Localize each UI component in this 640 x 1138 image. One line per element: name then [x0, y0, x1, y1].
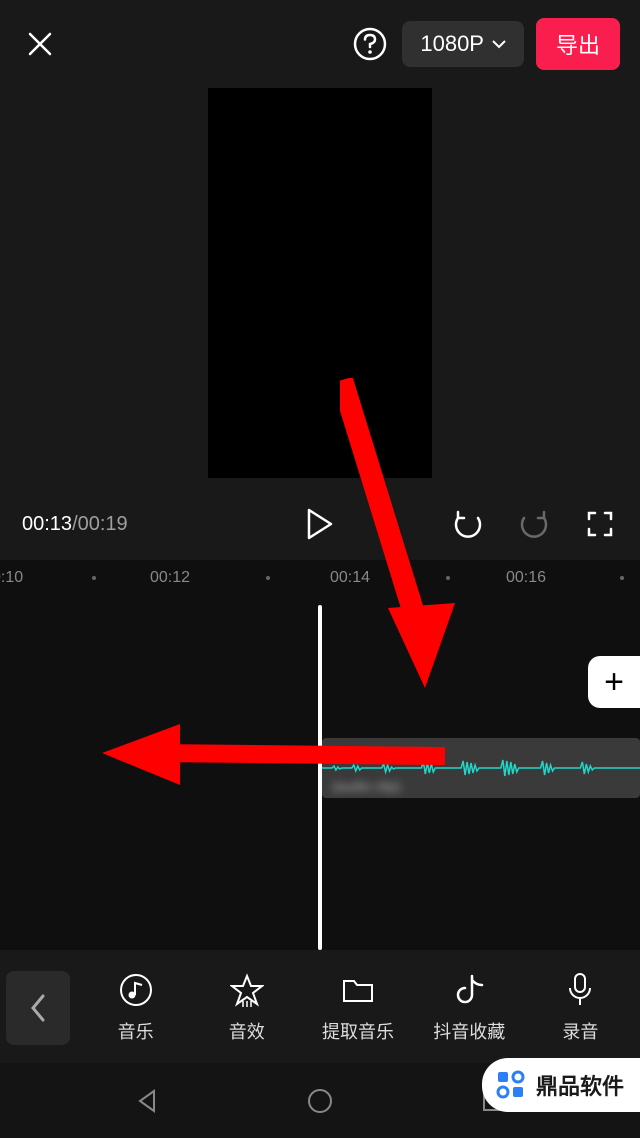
timecode: 00:13/00:19 [22, 513, 128, 536]
tool-label: 提取音乐 [322, 1018, 394, 1044]
watermark-badge: 鼎品软件 [482, 1058, 640, 1112]
tool-label: 录音 [562, 1018, 598, 1044]
tick-dot [620, 576, 624, 580]
add-clip-button[interactable]: + [588, 656, 640, 708]
export-label: 导出 [556, 33, 600, 58]
play-button[interactable] [300, 504, 340, 544]
track-label: (audio clip) [332, 778, 400, 794]
nav-home-icon[interactable] [300, 1081, 340, 1121]
nav-back-icon[interactable] [127, 1081, 167, 1121]
resolution-selector[interactable]: 1080P [402, 21, 524, 67]
video-preview[interactable] [0, 88, 640, 488]
current-time: 00:13 [22, 513, 72, 535]
timeline-ruler: 0:10 00:12 00:14 00:16 [0, 560, 640, 596]
plus-icon: + [604, 663, 624, 702]
export-button[interactable]: 导出 [536, 18, 620, 70]
star-icon [229, 972, 265, 1008]
playhead[interactable] [318, 605, 322, 950]
tick-dot [266, 576, 270, 580]
tool-extract-music[interactable]: 提取音乐 [304, 972, 411, 1044]
tick-dot [92, 576, 96, 580]
tick-label: 00:16 [506, 569, 546, 587]
tick-label: 00:12 [150, 569, 190, 587]
tool-label: 音乐 [118, 1018, 154, 1044]
resolution-label: 1080P [420, 31, 484, 57]
mic-icon [562, 972, 598, 1008]
watermark-text: 鼎品软件 [536, 1069, 624, 1101]
waveform-icon [322, 756, 640, 780]
bottom-toolbar: 音乐 音效 提取音乐 抖音收藏 录音 [0, 953, 640, 1063]
back-button[interactable] [6, 971, 70, 1045]
tool-label: 抖音收藏 [433, 1018, 505, 1044]
chevron-down-icon [492, 39, 506, 49]
watermark-logo-icon [494, 1068, 528, 1102]
tool-sound-effect[interactable]: 音效 [193, 972, 300, 1044]
redo-button [516, 506, 552, 542]
help-icon[interactable] [350, 24, 390, 64]
tool-label: 音效 [229, 1018, 265, 1044]
music-icon [118, 972, 154, 1008]
fullscreen-button[interactable] [582, 506, 618, 542]
undo-button[interactable] [450, 506, 486, 542]
tool-music[interactable]: 音乐 [82, 972, 189, 1044]
tick-dot [446, 576, 450, 580]
close-button[interactable] [20, 24, 60, 64]
tool-record[interactable]: 录音 [527, 972, 634, 1044]
douyin-icon [451, 972, 487, 1008]
folder-icon [340, 972, 376, 1008]
tick-label: 00:14 [330, 569, 370, 587]
tool-douyin-favorites[interactable]: 抖音收藏 [416, 972, 523, 1044]
timeline[interactable]: 0:10 00:12 00:14 00:16 + (audio clip) [0, 560, 640, 950]
tick-label: 0:10 [0, 569, 23, 587]
video-frame [208, 88, 432, 478]
total-time: 00:19 [78, 513, 128, 535]
